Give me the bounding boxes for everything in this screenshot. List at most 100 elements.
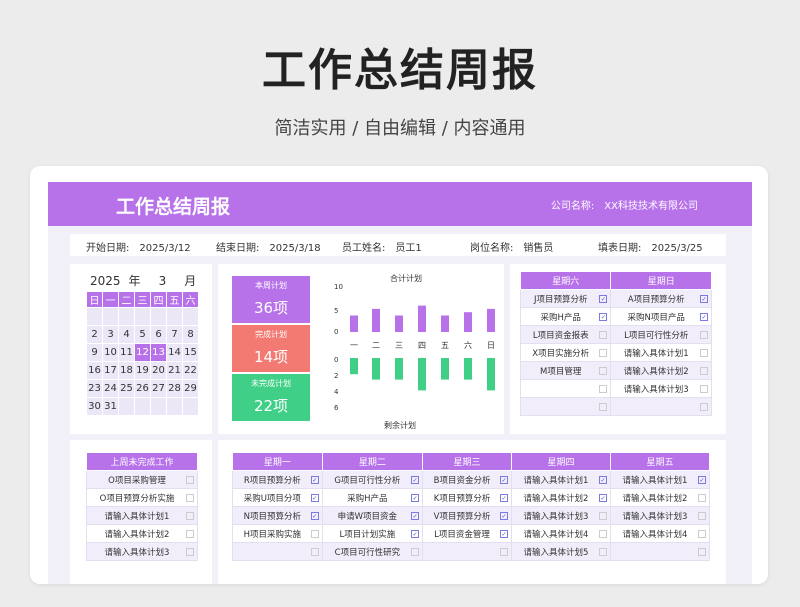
calendar-day[interactable]: 8 [182, 325, 199, 344]
task-cell[interactable]: 请输入具体计划2 [610, 488, 710, 507]
task-cell[interactable]: O项目预算分析实施 [86, 488, 198, 507]
calendar-day[interactable]: 16 [86, 361, 103, 380]
task-cell[interactable]: M项目管理 [519, 361, 612, 380]
calendar-day[interactable]: 4 [118, 325, 135, 344]
checkbox-icon[interactable]: ✓ [599, 313, 608, 321]
checkbox-icon[interactable] [411, 548, 420, 556]
task-cell[interactable]: 请输入具体计划3 [610, 506, 710, 525]
task-cell[interactable]: J项目预算分析 ✓ [519, 289, 612, 308]
calendar-day[interactable] [118, 307, 135, 326]
task-cell[interactable] [519, 379, 612, 398]
checkbox-icon[interactable]: ✓ [310, 494, 319, 502]
task-cell[interactable]: 采购U项目分项 ✓ [232, 488, 323, 507]
checkbox-icon[interactable] [186, 530, 194, 538]
task-cell[interactable]: 请输入具体计划1 [610, 343, 712, 362]
calendar-day[interactable]: 29 [182, 379, 199, 398]
task-cell[interactable]: 采购H产品 ✓ [519, 307, 612, 326]
calendar-day[interactable] [150, 397, 167, 416]
calendar-day[interactable]: 31 [102, 397, 119, 416]
task-cell[interactable]: 请输入具体计划5 [511, 542, 611, 561]
calendar-day[interactable] [182, 307, 199, 326]
calendar-day[interactable]: 24 [102, 379, 119, 398]
task-cell[interactable] [232, 542, 323, 561]
checkbox-icon[interactable]: ✓ [500, 476, 509, 484]
calendar-day[interactable]: 26 [134, 379, 151, 398]
checkbox-icon[interactable] [186, 512, 194, 520]
calendar-day[interactable]: 19 [134, 361, 151, 380]
calendar-day[interactable] [118, 397, 135, 416]
checkbox-icon[interactable] [186, 548, 194, 556]
calendar-day[interactable]: 17 [102, 361, 119, 380]
task-cell[interactable]: L项目资金报表 [519, 325, 612, 344]
checkbox-icon[interactable] [599, 385, 608, 393]
task-cell[interactable]: L项目资金管理 ✓ [422, 524, 513, 543]
checkbox-icon[interactable]: ✓ [411, 530, 420, 538]
task-cell[interactable]: K项目预算分析 ✓ [422, 488, 513, 507]
checkbox-icon[interactable] [700, 403, 708, 411]
task-cell[interactable]: N项目预算分析 ✓ [232, 506, 323, 525]
checkbox-icon[interactable]: ✓ [500, 494, 509, 502]
checkbox-icon[interactable] [599, 403, 608, 411]
checkbox-icon[interactable] [700, 331, 708, 339]
calendar-year[interactable]: 2025 [90, 274, 121, 288]
checkbox-icon[interactable] [599, 512, 607, 520]
checkbox-icon[interactable]: ✓ [500, 512, 509, 520]
info-position[interactable]: 岗位名称: 销售员 [470, 239, 553, 254]
checkbox-icon[interactable]: ✓ [698, 476, 706, 484]
task-cell[interactable] [610, 542, 710, 561]
calendar-day[interactable]: 6 [150, 325, 167, 344]
task-cell[interactable]: G项目可行性分析 ✓ [321, 470, 424, 489]
task-cell[interactable] [519, 397, 612, 416]
checkbox-icon[interactable] [310, 530, 319, 538]
checkbox-icon[interactable] [599, 367, 608, 375]
calendar-day[interactable] [166, 397, 183, 416]
checkbox-icon[interactable] [186, 476, 194, 484]
task-cell[interactable]: 请输入具体计划3 [511, 506, 611, 525]
calendar-day[interactable]: 23 [86, 379, 103, 398]
task-cell[interactable]: L项目计划实施 ✓ [321, 524, 424, 543]
task-cell[interactable]: 请输入具体计划2 [610, 361, 712, 380]
checkbox-icon[interactable]: ✓ [700, 313, 708, 321]
info-end-date[interactable]: 结束日期: 2025/3/18 [216, 239, 321, 254]
task-cell[interactable]: V项目预算分析 ✓ [422, 506, 513, 525]
calendar-day[interactable]: 5 [134, 325, 151, 344]
task-cell[interactable]: O项目采购管理 [86, 470, 198, 489]
calendar-day[interactable]: 2 [86, 325, 103, 344]
calendar-day[interactable]: 18 [118, 361, 135, 380]
task-cell[interactable]: 请输入具体计划2 [86, 524, 198, 543]
checkbox-icon[interactable] [310, 548, 319, 556]
checkbox-icon[interactable]: ✓ [599, 494, 607, 502]
calendar-day[interactable] [134, 307, 151, 326]
calendar-day[interactable]: 11 [118, 343, 135, 362]
checkbox-icon[interactable]: ✓ [310, 476, 319, 484]
task-cell[interactable]: 请输入具体计划4 [511, 524, 611, 543]
checkbox-icon[interactable]: ✓ [500, 530, 509, 538]
task-cell[interactable]: 请输入具体计划3 [86, 542, 198, 561]
calendar-day[interactable] [86, 307, 103, 326]
calendar-day[interactable]: 3 [102, 325, 119, 344]
calendar-month[interactable]: 3 [159, 274, 167, 288]
task-cell[interactable]: A项目预算分析 ✓ [610, 289, 712, 308]
calendar-day[interactable] [102, 307, 119, 326]
checkbox-icon[interactable]: ✓ [310, 512, 319, 520]
calendar-day[interactable]: 27 [150, 379, 167, 398]
calendar-day[interactable] [134, 397, 151, 416]
calendar-day[interactable]: 14 [166, 343, 183, 362]
checkbox-icon[interactable] [700, 367, 708, 375]
checkbox-icon[interactable] [186, 494, 194, 502]
task-cell[interactable]: L项目可行性分析 [610, 325, 712, 344]
calendar-day[interactable]: 15 [182, 343, 199, 362]
checkbox-icon[interactable]: ✓ [599, 476, 607, 484]
calendar-day[interactable]: 7 [166, 325, 183, 344]
task-cell[interactable]: 请输入具体计划2 ✓ [511, 488, 611, 507]
task-cell[interactable]: 采购N项目产品 ✓ [610, 307, 712, 326]
checkbox-icon[interactable] [599, 530, 607, 538]
task-cell[interactable]: B项目资金分析 ✓ [422, 470, 513, 489]
task-cell[interactable]: 申请W项目资金 ✓ [321, 506, 424, 525]
task-cell[interactable]: X项目实施分析 [519, 343, 612, 362]
calendar-day[interactable]: 21 [166, 361, 183, 380]
calendar-day[interactable]: 30 [86, 397, 103, 416]
info-start-date[interactable]: 开始日期: 2025/3/12 [86, 239, 191, 254]
calendar-day[interactable]: 12 [134, 343, 151, 362]
calendar-day[interactable]: 9 [86, 343, 103, 362]
